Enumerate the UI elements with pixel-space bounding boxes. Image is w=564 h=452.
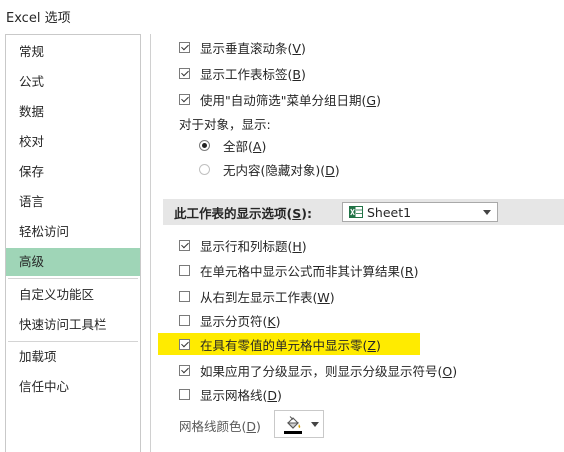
radio-show-all-objects[interactable]: 全部(A) [199, 135, 266, 155]
sidebar-item-language[interactable]: 语言 [6, 188, 140, 216]
checkbox-show-zero-values[interactable] [179, 338, 190, 350]
sidebar-item-customize-ribbon[interactable]: 自定义功能区 [6, 281, 140, 309]
gridline-color-picker[interactable] [274, 410, 324, 438]
chevron-down-icon [483, 210, 491, 215]
sheet-display-section-header: 此工作表的显示选项(S): Sheet1 [163, 199, 564, 225]
option-show-zero-values[interactable]: 在具有零值的单元格中显示零(Z) [179, 334, 381, 354]
option-label: 如果应用了分级显示，则显示分级显示符号(O) [200, 363, 458, 379]
section-title: 此工作表的显示选项(S): [174, 205, 312, 221]
checkbox-show-row-col-headers[interactable] [179, 239, 190, 251]
radio-label: 全部(A) [223, 138, 267, 154]
objects-display-label: 对于对象，显示: [179, 116, 271, 132]
window-titlebar: Excel 选项 [0, 0, 564, 30]
option-show-gridlines[interactable]: 显示网格线(D) [179, 384, 282, 404]
radio-button-nothing[interactable] [199, 163, 210, 175]
sidebar-item-save[interactable]: 保存 [6, 158, 140, 186]
checkbox-show-outline-symbols[interactable] [179, 364, 190, 376]
sidebar-divider [8, 341, 138, 342]
option-show-row-col-headers[interactable]: 显示行和列标题(H) [179, 235, 307, 255]
sidebar-item-data[interactable]: 数据 [6, 98, 140, 126]
option-label: 在单元格中显示公式而非其计算结果(R) [200, 263, 419, 279]
sidebar-item-add-ins[interactable]: 加载项 [6, 343, 140, 371]
checkbox-show-formulas[interactable] [179, 264, 190, 276]
option-group-dates-autofilter[interactable]: 使用"自动筛选"菜单分组日期(G) [179, 89, 381, 109]
option-label: 显示分页符(K) [200, 313, 281, 329]
option-show-formulas[interactable]: 在单元格中显示公式而非其计算结果(R) [179, 260, 418, 280]
checkbox-right-to-left[interactable] [179, 290, 190, 302]
sidebar-item-formulas[interactable]: 公式 [6, 68, 140, 96]
checkbox-group-dates-autofilter[interactable] [179, 93, 190, 105]
option-label: 显示工作表标签(B) [200, 66, 306, 82]
option-label: 显示网格线(D) [200, 387, 282, 403]
checkbox-show-vertical-scrollbar[interactable] [179, 41, 190, 53]
sidebar-item-accessibility[interactable]: 轻松访问 [6, 218, 140, 246]
option-label: 在具有零值的单元格中显示零(Z) [200, 337, 381, 353]
sidebar-item-trust-center[interactable]: 信任中心 [6, 373, 140, 401]
option-show-sheet-tabs[interactable]: 显示工作表标签(B) [179, 63, 306, 83]
checkbox-show-sheet-tabs[interactable] [179, 67, 190, 79]
option-right-to-left[interactable]: 从右到左显示工作表(W) [179, 286, 335, 306]
paint-bucket-icon [286, 416, 301, 429]
option-label: 从右到左显示工作表(W) [200, 289, 335, 305]
chevron-down-icon [311, 422, 319, 427]
checkbox-show-page-breaks[interactable] [179, 314, 190, 326]
option-label: 显示垂直滚动条(V) [200, 40, 306, 56]
window-title: Excel 选项 [6, 11, 71, 26]
option-show-page-breaks[interactable]: 显示分页符(K) [179, 310, 280, 330]
sheet-select-dropdown[interactable]: Sheet1 [342, 202, 498, 222]
option-show-outline-symbols[interactable]: 如果应用了分级显示，则显示分级显示符号(O) [179, 360, 457, 380]
radio-hide-objects[interactable]: 无内容(隐藏对象)(D) [199, 159, 340, 179]
advanced-options-panel: 显示垂直滚动条(V) 显示工作表标签(B) 使用"自动筛选"菜单分组日期(G) … [150, 34, 564, 452]
sidebar-divider [8, 278, 138, 279]
excel-sheet-icon [349, 206, 363, 218]
sidebar-item-quick-access-toolbar[interactable]: 快速访问工具栏 [6, 311, 140, 339]
checkbox-show-gridlines[interactable] [179, 388, 190, 400]
gridline-color-label: 网格线颜色(D) [179, 418, 261, 434]
option-show-vertical-scrollbar[interactable]: 显示垂直滚动条(V) [179, 37, 306, 57]
current-color-swatch [284, 431, 302, 434]
sidebar-item-proofing[interactable]: 校对 [6, 128, 140, 156]
radio-label: 无内容(隐藏对象)(D) [223, 162, 340, 178]
sidebar-item-general[interactable]: 常规 [6, 38, 140, 66]
option-label: 显示行和列标题(H) [200, 238, 307, 254]
option-label: 使用"自动筛选"菜单分组日期(G) [200, 92, 381, 108]
sheet-select-value: Sheet1 [367, 204, 412, 220]
options-sidebar: 常规 公式 数据 校对 保存 语言 轻松访问 高级 自定义功能区 快速访问工具栏… [5, 34, 141, 452]
sidebar-item-advanced[interactable]: 高级 [6, 248, 140, 276]
radio-button-all[interactable] [199, 139, 210, 151]
